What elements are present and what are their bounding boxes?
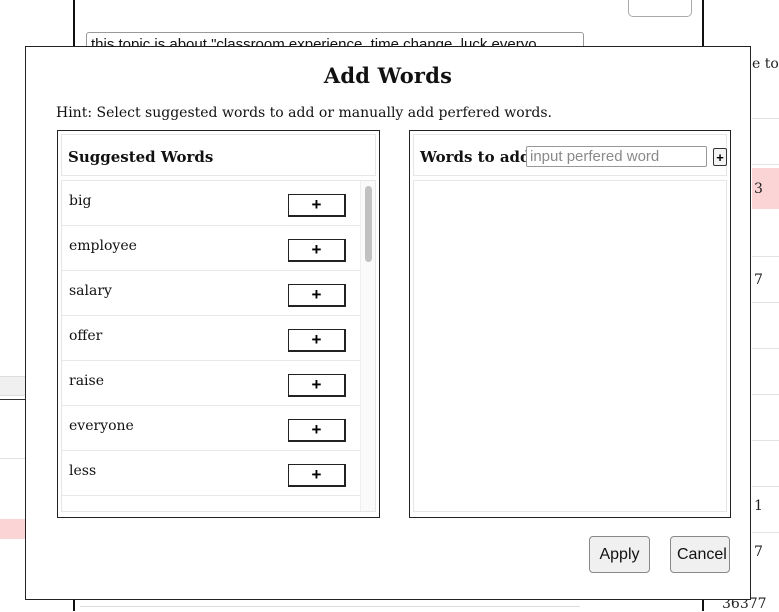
scrollbar-thumb[interactable] <box>365 186 372 262</box>
bg-right-border-bottom <box>702 600 704 611</box>
bg-row-line <box>752 440 779 441</box>
words-to-add-title: Words to add <box>420 148 531 166</box>
list-item: everyone + <box>62 406 375 451</box>
add-word-button[interactable]: + <box>288 194 346 217</box>
bg-edge-text: 7 <box>754 544 763 560</box>
bg-row-line <box>752 256 779 257</box>
suggested-word: employee <box>69 238 137 254</box>
bg-row-line <box>752 118 779 119</box>
add-word-button[interactable]: + <box>288 419 346 442</box>
bg-row-line <box>752 486 779 487</box>
suggested-word: big <box>69 193 92 209</box>
suggested-word: salary <box>69 283 112 299</box>
words-to-add-list[interactable] <box>413 180 727 512</box>
add-preferred-word-button[interactable]: + <box>713 148 727 166</box>
bg-bottom-line <box>80 606 580 607</box>
suggested-word: less <box>69 463 97 479</box>
bg-row-line <box>752 532 779 533</box>
bg-edge-text: 1 <box>754 498 763 514</box>
apply-button[interactable]: Apply <box>589 536 650 573</box>
hint-text: Hint: Select suggested words to add or m… <box>56 105 553 121</box>
list-item: salary + <box>62 271 375 316</box>
bg-left-highlight <box>0 519 25 539</box>
bg-edge-text: 7 <box>754 272 763 288</box>
bg-row-line <box>752 164 779 165</box>
bg-row-line <box>0 458 25 459</box>
add-word-button[interactable]: + <box>288 464 346 487</box>
list-item: less + <box>62 451 375 496</box>
add-word-button[interactable]: + <box>288 374 346 397</box>
suggested-word: offer <box>69 328 103 344</box>
list-item: raise + <box>62 361 375 406</box>
words-to-add-panel: Words to add + <box>409 130 731 518</box>
suggested-words-header: Suggested Words <box>61 134 376 176</box>
bg-left-border-bottom <box>73 600 75 611</box>
suggested-words-title: Suggested Words <box>68 148 214 166</box>
bg-top-button[interactable] <box>628 0 692 17</box>
add-word-button[interactable]: + <box>288 284 346 307</box>
bg-row-line <box>752 394 779 395</box>
preferred-word-input[interactable] <box>526 146 707 167</box>
list-item: big + <box>62 181 375 226</box>
bg-left-border <box>73 0 75 46</box>
scrollbar[interactable] <box>360 181 375 511</box>
cancel-button[interactable]: Cancel <box>670 536 730 573</box>
bg-left-row <box>0 376 28 396</box>
suggested-words-list[interactable]: big + employee + salary + offer + raise … <box>61 180 376 512</box>
add-word-button[interactable]: + <box>288 239 346 262</box>
list-item: employee + <box>62 226 375 271</box>
list-item: offer + <box>62 316 375 361</box>
bg-edge-text: 3 <box>754 181 763 197</box>
suggested-word: raise <box>69 373 104 389</box>
suggested-words-panel: Suggested Words big + employee + salary … <box>57 130 380 518</box>
bg-row-line <box>752 302 779 303</box>
add-word-button[interactable]: + <box>288 329 346 352</box>
dialog-title: Add Words <box>323 63 453 88</box>
add-words-dialog: Add Words Hint: Select suggested words t… <box>25 46 751 600</box>
bg-row-line <box>752 348 779 349</box>
words-to-add-header: Words to add + <box>413 134 727 176</box>
bg-edge-text: e to <box>752 56 779 72</box>
suggested-word: everyone <box>69 418 134 434</box>
bg-right-border <box>702 0 704 46</box>
